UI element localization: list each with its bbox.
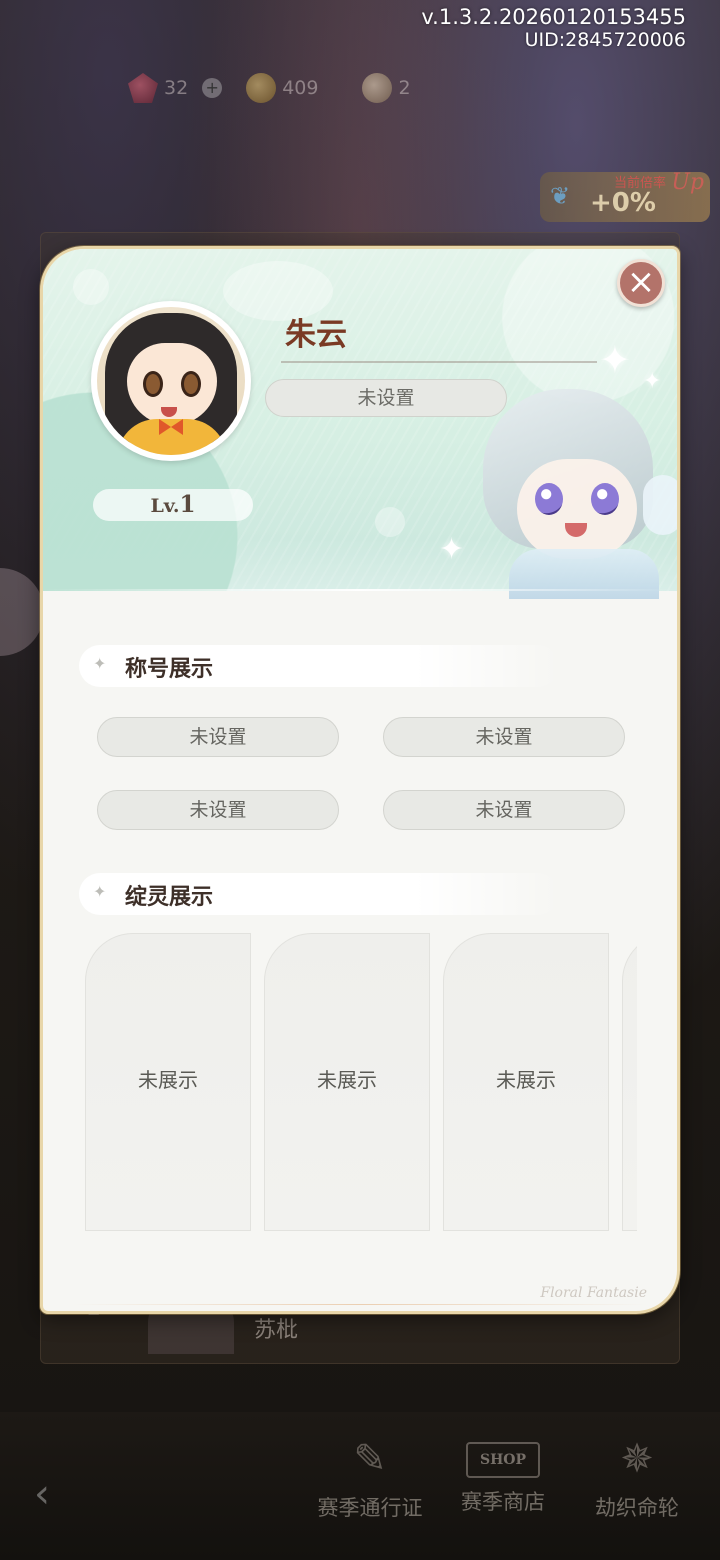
close-button[interactable]: × xyxy=(617,259,665,307)
butterfly-icon: ❦ xyxy=(550,182,571,210)
decor-bubble xyxy=(375,507,405,537)
nav-fate-wheel-label: 劫织命轮 xyxy=(595,1496,679,1520)
sparkle-icon: ✦ xyxy=(439,532,465,567)
player-name: 朱云 xyxy=(285,317,347,353)
game-watermark: Floral Fantasie xyxy=(540,1285,647,1301)
player-avatar[interactable] xyxy=(91,301,251,461)
diamond-bullet-icon: ✦ xyxy=(93,654,107,673)
title-slot-2[interactable]: 未设置 xyxy=(383,717,625,757)
avatar-portrait xyxy=(97,307,245,455)
spirit-card-partial[interactable] xyxy=(622,933,637,1231)
gem-count: 32 xyxy=(164,77,189,99)
chibi-eye xyxy=(535,483,563,515)
gem-counter: 32 xyxy=(128,73,188,103)
coin-counter: 409 xyxy=(246,73,318,103)
scroll-quill-icon: ✎ xyxy=(353,1436,387,1482)
level-prefix: Lv. xyxy=(150,495,180,517)
star-token-icon xyxy=(362,73,393,103)
nav-season-shop-label: 赛季商店 xyxy=(461,1490,545,1514)
level-badge: Lv.1 xyxy=(93,489,253,521)
add-gems-icon[interactable]: + xyxy=(202,78,223,98)
titles-section-header: ✦ 称号展示 xyxy=(79,645,559,687)
bottom-nav: ‹ ✎ 赛季通行证 SHOP 赛季商店 ✵ 劫织命轮 xyxy=(0,1412,720,1560)
nav-season-pass-label: 赛季通行证 xyxy=(317,1496,423,1520)
spirits-section-title: 绽灵展示 xyxy=(125,885,214,910)
signature-field[interactable]: 未设置 xyxy=(265,379,507,417)
spirit-card-2[interactable]: 未展示 xyxy=(264,933,430,1231)
sparkle-icon: ✦ xyxy=(599,338,631,382)
coin-count: 409 xyxy=(282,77,319,99)
chibi-face xyxy=(517,459,637,559)
profile-modal: Lv.1 朱云 未设置 ✦ ✦ ✦ × ✦ 称号展示 未设置 未设置 未设置 未… xyxy=(40,246,680,1314)
version-info: v.1.3.2.20260120153455 UID:2845720006 xyxy=(421,4,686,50)
avatar-eye xyxy=(143,371,163,397)
chibi-character-illustration xyxy=(473,379,677,599)
chibi-eye xyxy=(591,483,619,515)
diamond-bullet-icon: ✦ xyxy=(93,882,107,901)
title-slot-3[interactable]: 未设置 xyxy=(97,790,339,830)
header-divider xyxy=(43,589,677,591)
rate-badge[interactable]: ❦ 当前倍率 Up +0% xyxy=(540,170,710,222)
profile-header: Lv.1 朱云 未设置 ✦ ✦ ✦ × xyxy=(43,249,677,599)
ranking-name: 苏枇 xyxy=(254,1318,299,1343)
uid-text: UID:2845720006 xyxy=(524,29,686,51)
spirits-section-header: ✦ 绽灵展示 xyxy=(79,873,559,915)
chibi-hand xyxy=(643,475,677,535)
coin-icon xyxy=(246,73,277,103)
chibi-body xyxy=(509,549,659,599)
star-count: 2 xyxy=(398,77,411,99)
decor-bubble xyxy=(73,269,109,305)
rate-value: +0% xyxy=(590,188,656,218)
nav-fate-wheel[interactable]: ✵ 劫织命轮 xyxy=(572,1432,702,1522)
version-text: v.1.3.2.20260120153455 xyxy=(421,5,686,29)
star-counter: 2 xyxy=(362,73,411,103)
nav-season-pass[interactable]: ✎ 赛季通行证 xyxy=(305,1432,435,1522)
titles-section-title: 称号展示 xyxy=(125,657,214,682)
spirit-card-label: 未展示 xyxy=(138,1068,198,1092)
avatar-eye xyxy=(181,371,201,397)
spirit-card-label: 未展示 xyxy=(317,1068,377,1092)
shop-sign-icon: SHOP xyxy=(466,1442,540,1478)
compass-icon: ✵ xyxy=(620,1436,654,1482)
close-icon: × xyxy=(626,262,656,302)
currency-bar: 32 + 409 2 xyxy=(128,70,411,106)
sparkle-icon: ✦ xyxy=(643,369,662,394)
back-arrow-icon[interactable]: ‹ xyxy=(34,1470,82,1518)
spirit-card-1[interactable]: 未展示 xyxy=(85,933,251,1231)
nav-season-shop[interactable]: SHOP 赛季商店 xyxy=(438,1432,568,1516)
gem-icon xyxy=(128,73,158,103)
spirit-card-3[interactable]: 未展示 xyxy=(443,933,609,1231)
level-number: 1 xyxy=(179,491,196,518)
rate-up-label: Up xyxy=(671,170,704,195)
title-slot-1[interactable]: 未设置 xyxy=(97,717,339,757)
name-divider xyxy=(281,361,597,363)
spirit-card-carousel[interactable]: 未展示 未展示 未展示 xyxy=(85,933,637,1233)
footer-divider xyxy=(73,1304,647,1305)
title-slot-4[interactable]: 未设置 xyxy=(383,790,625,830)
spirit-card-label: 未展示 xyxy=(496,1068,556,1092)
